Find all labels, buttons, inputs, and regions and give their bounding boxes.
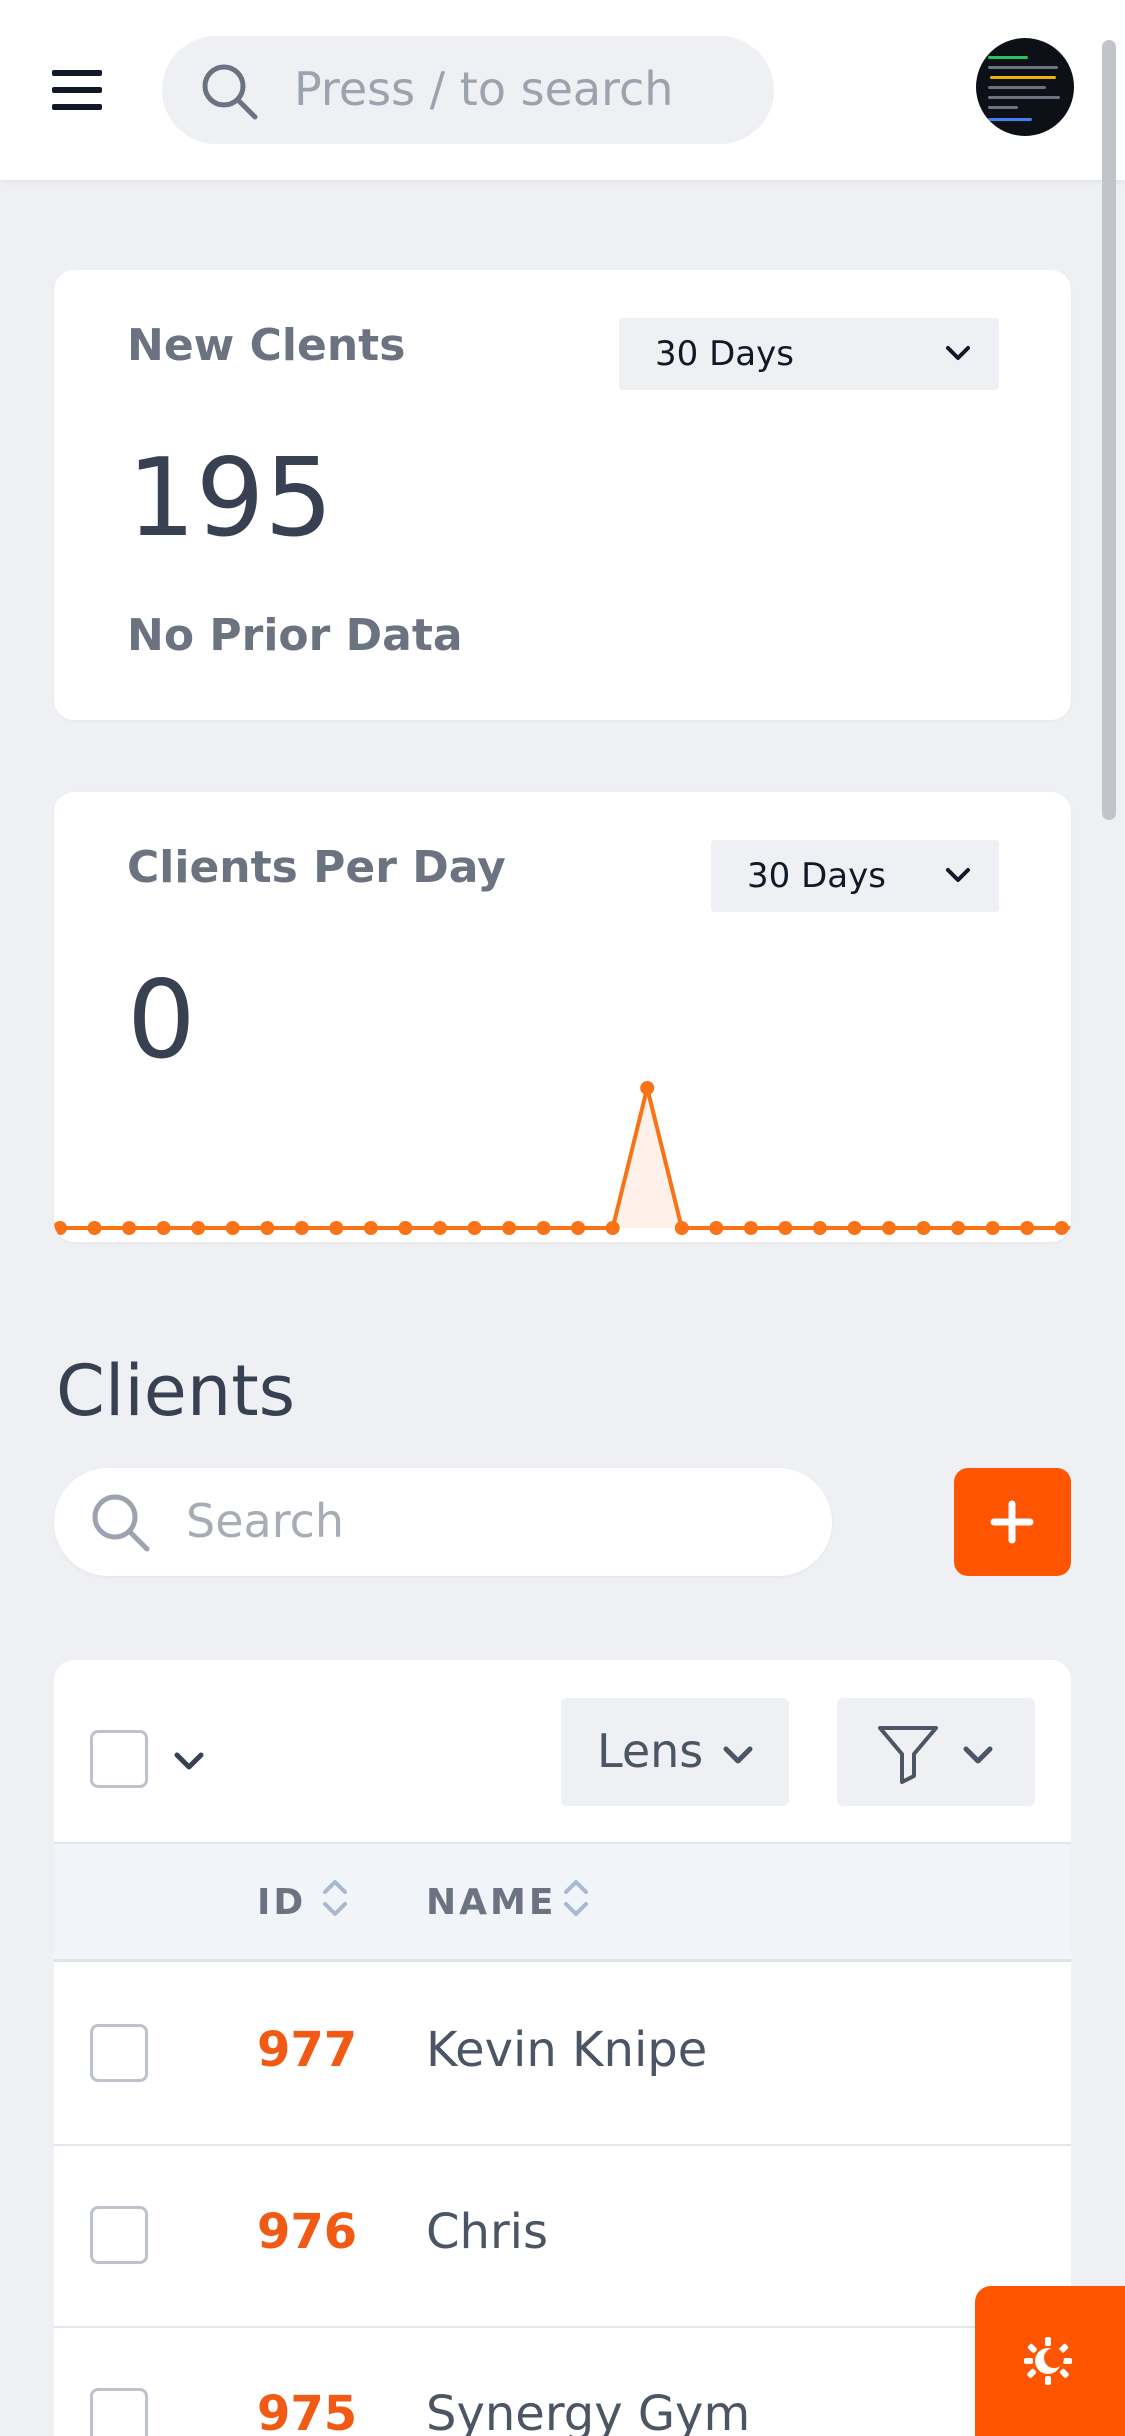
- data-point: [571, 1221, 586, 1235]
- data-point: [398, 1221, 413, 1235]
- data-point: [536, 1221, 551, 1235]
- data-point: [191, 1221, 206, 1235]
- data-point: [502, 1221, 517, 1235]
- data-point: [847, 1221, 862, 1235]
- table-header: ID NAME: [54, 1842, 1071, 1962]
- comparison-text: No Prior Data: [127, 610, 463, 661]
- data-point: [1020, 1221, 1035, 1235]
- theme-toggle-button[interactable]: [975, 2286, 1125, 2436]
- select-all-checkbox[interactable]: [90, 1730, 148, 1788]
- row-checkbox[interactable]: [90, 2206, 148, 2264]
- clients-per-day-card: Clients Per Day 30 Days 0: [54, 792, 1071, 1242]
- range-select[interactable]: 30 Days: [619, 318, 999, 390]
- clients-table: Lens ID NAME 977 Kevin Knipe 976 Chris 9…: [54, 1660, 1071, 2436]
- sort-icon[interactable]: [562, 1874, 590, 1922]
- data-point: [1054, 1221, 1069, 1235]
- data-point: [812, 1221, 827, 1235]
- global-search-input[interactable]: Press / to search: [162, 36, 774, 144]
- top-bar: Press / to search: [0, 0, 1125, 180]
- lens-label: Lens: [597, 1724, 704, 1778]
- chevron-down-icon: [963, 1746, 993, 1764]
- chevron-down-icon[interactable]: [172, 1746, 206, 1774]
- data-point: [433, 1221, 447, 1235]
- client-id[interactable]: 975: [257, 2386, 357, 2436]
- clients-section-title: Clients: [56, 1350, 296, 1432]
- data-point: [467, 1221, 482, 1235]
- data-point: [122, 1221, 137, 1235]
- client-id[interactable]: 977: [257, 2022, 357, 2078]
- filter-icon: [878, 1726, 938, 1784]
- card-title: Clients Per Day: [127, 842, 506, 893]
- range-select-value: 30 Days: [655, 334, 794, 374]
- data-point: [640, 1081, 655, 1095]
- client-name: Kevin Knipe: [426, 2022, 708, 2078]
- column-header-name[interactable]: NAME: [426, 1882, 556, 1923]
- search-icon: [92, 1494, 150, 1552]
- new-clients-value: 195: [127, 436, 334, 561]
- add-client-button[interactable]: [954, 1468, 1071, 1576]
- lens-button[interactable]: Lens: [561, 1698, 789, 1806]
- data-point: [225, 1221, 240, 1235]
- column-header-id[interactable]: ID: [257, 1882, 306, 1923]
- data-point: [743, 1221, 758, 1235]
- data-point: [674, 1221, 689, 1235]
- search-icon: [202, 64, 258, 120]
- table-row[interactable]: 975 Synergy Gym: [54, 2328, 1071, 2436]
- data-point: [156, 1221, 171, 1235]
- clients-per-day-value: 0: [127, 958, 196, 1083]
- search-placeholder: Press / to search: [294, 62, 674, 116]
- range-select-value: 30 Days: [747, 856, 886, 896]
- data-point: [87, 1221, 102, 1235]
- theme-toggle-icon: [1024, 2337, 1072, 2385]
- page-scrollbar[interactable]: [1102, 40, 1116, 820]
- chevron-down-icon: [946, 346, 970, 360]
- row-checkbox[interactable]: [90, 2024, 148, 2082]
- sort-icon[interactable]: [321, 1874, 349, 1922]
- new-clients-card: New Clents 30 Days 195 No Prior Data: [54, 270, 1071, 720]
- row-checkbox[interactable]: [90, 2388, 148, 2436]
- search-placeholder: Search: [186, 1494, 345, 1548]
- data-point: [605, 1221, 620, 1235]
- data-point: [951, 1221, 966, 1235]
- clients-per-day-chart: [54, 1081, 1071, 1235]
- filter-button[interactable]: [837, 1698, 1035, 1806]
- client-id[interactable]: 976: [257, 2204, 357, 2260]
- data-point: [363, 1221, 378, 1235]
- table-row[interactable]: 976 Chris: [54, 2146, 1071, 2328]
- plus-icon: [990, 1500, 1034, 1544]
- data-point: [778, 1221, 793, 1235]
- data-point: [985, 1221, 1000, 1235]
- chevron-down-icon: [946, 868, 970, 882]
- data-point: [329, 1221, 344, 1235]
- chart-area: [54, 1088, 1071, 1228]
- data-point: [916, 1221, 931, 1235]
- chevron-down-icon: [723, 1746, 753, 1764]
- client-name: Chris: [426, 2204, 549, 2260]
- series-line: [54, 1087, 1071, 1230]
- data-point: [54, 1221, 67, 1235]
- card-title: New Clents: [127, 320, 406, 371]
- hamburger-menu-icon[interactable]: [52, 70, 102, 110]
- data-point: [882, 1221, 896, 1235]
- clients-search-input[interactable]: Search: [54, 1468, 832, 1576]
- range-select[interactable]: 30 Days: [711, 840, 999, 912]
- table-row[interactable]: 977 Kevin Knipe: [54, 1964, 1071, 2146]
- user-avatar[interactable]: [976, 38, 1074, 136]
- data-point: [709, 1221, 724, 1235]
- data-point: [294, 1221, 309, 1235]
- data-point: [260, 1221, 275, 1235]
- client-name: Synergy Gym: [426, 2386, 751, 2436]
